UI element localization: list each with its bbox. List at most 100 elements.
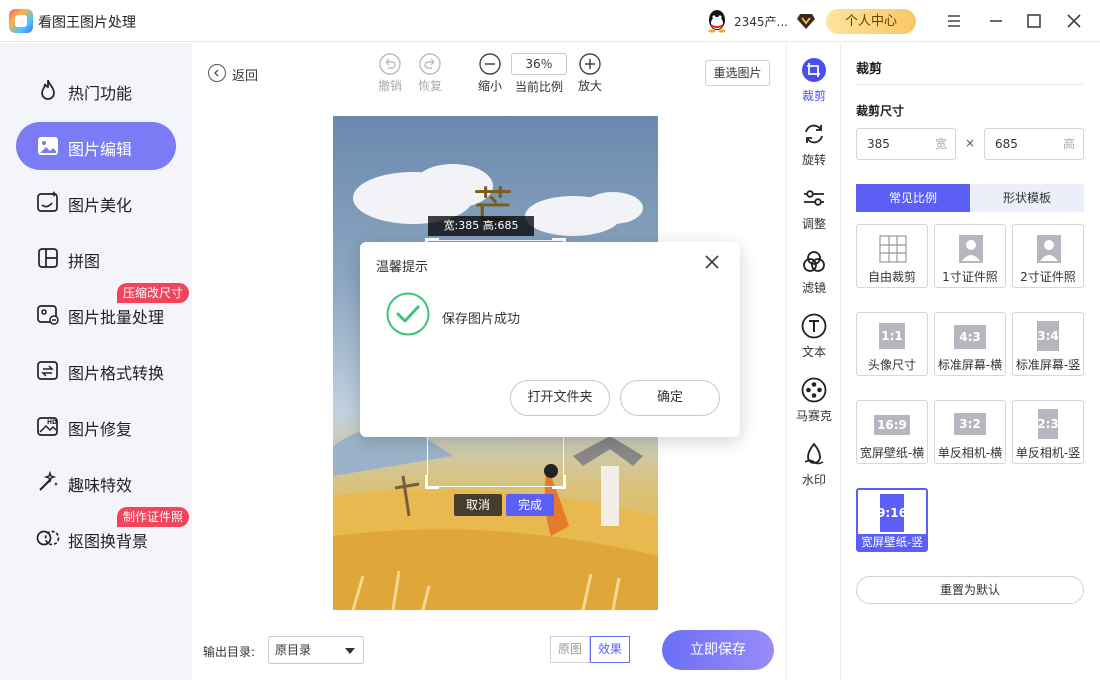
menu-icon[interactable]	[943, 10, 965, 32]
sidebar-item-repair[interactable]: HD 图片修复	[16, 402, 176, 450]
filter-icon	[803, 251, 825, 272]
ratio-free-crop[interactable]: 自由裁剪	[856, 224, 928, 288]
sidebar-item-edit[interactable]: 图片编辑	[16, 122, 176, 170]
sidebar-item-batch[interactable]: 图片批量处理	[16, 290, 176, 338]
crop-icon	[802, 58, 826, 82]
personal-center-button[interactable]: 个人中心	[826, 9, 916, 34]
minimize-icon[interactable]	[985, 10, 1007, 32]
tab-common-ratios[interactable]: 常见比例	[856, 184, 970, 212]
ratio-4-3[interactable]: 4:3 标准屏幕-横	[934, 312, 1006, 376]
output-dir-label: 输出目录:	[203, 645, 256, 659]
sidebar-item-beautify[interactable]: 图片美化	[16, 178, 176, 226]
ratio-label: 单反相机-竖	[1015, 446, 1081, 460]
ratio-label: 单反相机-横	[937, 446, 1003, 460]
tab-shape-templates[interactable]: 形状模板	[970, 184, 1084, 212]
vip-diamond-icon[interactable]	[796, 12, 816, 30]
ratio-label: 2寸证件照	[1020, 270, 1076, 284]
sidebar-item-label: 图片编辑	[68, 140, 133, 159]
ratio-3-2[interactable]: 3:2 单反相机-横	[934, 400, 1006, 464]
collage-icon	[38, 248, 58, 268]
sidebar-item-cutout[interactable]: 抠图换背景	[16, 514, 176, 562]
dialog-close-icon[interactable]	[704, 254, 720, 270]
ratio-9-16[interactable]: 9:16 宽屏壁纸-竖	[856, 488, 928, 552]
open-folder-button[interactable]: 打开文件夹	[510, 380, 610, 416]
reset-default-button[interactable]: 重置为默认	[856, 576, 1084, 604]
crop-height-input[interactable]: 685 高	[984, 128, 1084, 160]
crop-done-button[interactable]: 完成	[506, 494, 554, 516]
ratio-label: 1寸证件照	[942, 270, 998, 284]
adjust-icon	[804, 190, 824, 206]
redo-icon	[419, 53, 441, 75]
sidebar-item-effects[interactable]: 趣味特效	[16, 458, 176, 506]
app-logo-icon	[9, 9, 33, 33]
tool-watermark[interactable]: 水印	[787, 427, 841, 487]
flame-icon	[41, 79, 55, 100]
ratio-thumb: 2:3	[1037, 409, 1059, 439]
tool-rotate[interactable]: 旋转	[787, 107, 841, 167]
zoom-input[interactable]: 36％	[511, 53, 567, 75]
output-dir-select[interactable]: 原目录	[268, 636, 364, 664]
sidebar-item-hot[interactable]: 热门功能	[16, 66, 176, 114]
tool-text[interactable]: 文本	[787, 299, 841, 359]
ratio-1inch-id[interactable]: 1寸证件照	[934, 224, 1006, 288]
tool-crop[interactable]: 裁剪	[787, 43, 841, 103]
redo-button[interactable]: 恢复	[416, 53, 444, 94]
undo-button[interactable]: 撤销	[376, 53, 404, 94]
svg-text:HD: HD	[47, 419, 57, 426]
qq-avatar-icon[interactable]	[706, 9, 728, 33]
success-check-icon	[386, 292, 430, 336]
crop-handle-bottom-right[interactable]	[552, 475, 566, 489]
ok-button[interactable]: 确定	[620, 380, 720, 416]
cutout-icon	[36, 530, 60, 546]
reselect-image-button[interactable]: 重选图片	[705, 60, 770, 86]
close-icon[interactable]	[1063, 10, 1085, 32]
view-effect-toggle[interactable]: 效果	[590, 636, 630, 663]
crop-size-title: 裁剪尺寸	[856, 104, 905, 118]
crop-cancel-button[interactable]: 取消	[454, 494, 502, 516]
ratio-label: 宽屏壁纸-竖	[858, 534, 926, 550]
crop-handle-bottom-left[interactable]	[425, 475, 439, 489]
ratio-16-9[interactable]: 16:9 宽屏壁纸-横	[856, 400, 928, 464]
ratio-label: 自由裁剪	[867, 270, 916, 284]
title-bar: 看图王图片处理 2345产... 个人中心	[0, 0, 1100, 42]
tool-strip: 裁剪 旋转 调整 滤镜 文本 马赛克 水印	[786, 43, 840, 680]
tool-label: 旋转	[801, 153, 826, 167]
crop-width-input[interactable]: 385 宽	[856, 128, 956, 160]
ratio-thumb: 3:4	[1037, 321, 1059, 351]
chevron-left-icon	[214, 69, 219, 77]
ratio-1-1[interactable]: 1:1 头像尺寸	[856, 312, 928, 376]
zoom-out-icon	[479, 53, 501, 75]
undo-label: 撤销	[377, 79, 402, 93]
output-dir-value: 原目录	[275, 643, 312, 657]
back-label: 返回	[232, 69, 259, 84]
save-now-button[interactable]: 立即保存	[662, 630, 774, 670]
ratio-2-3[interactable]: 2:3 单反相机-竖	[1012, 400, 1084, 464]
sidebar-item-collage[interactable]: 拼图	[16, 234, 176, 282]
format-convert-icon	[37, 361, 58, 380]
rotate-icon	[805, 124, 823, 144]
ratio-label: 头像尺寸	[867, 358, 916, 372]
id-photo-icon	[959, 235, 983, 263]
tool-label: 裁剪	[801, 89, 826, 103]
undo-icon	[379, 53, 401, 75]
batch-image-icon	[37, 305, 59, 325]
username[interactable]: 2345产...	[734, 13, 788, 30]
tool-adjust[interactable]: 调整	[787, 171, 841, 231]
tool-label: 马赛克	[795, 409, 832, 423]
tool-mosaic[interactable]: 马赛克	[787, 363, 841, 423]
tool-filter[interactable]: 滤镜	[787, 235, 841, 295]
zoom-in-button[interactable]: 放大	[576, 53, 604, 94]
sidebar-item-format[interactable]: 图片格式转换	[16, 346, 176, 394]
panel-title: 裁剪	[856, 62, 883, 77]
ratio-thumb: 1:1	[879, 323, 905, 349]
sidebar-item-label: 图片批量处理	[68, 308, 165, 327]
height-unit: 高	[1062, 137, 1075, 151]
maximize-icon[interactable]	[1023, 10, 1045, 32]
magic-wand-icon	[39, 470, 58, 491]
view-original-toggle[interactable]: 原图	[550, 636, 590, 663]
crop-size-label: 宽:385 高:685	[428, 216, 534, 236]
ratio-2inch-id[interactable]: 2寸证件照	[1012, 224, 1084, 288]
ratio-3-4[interactable]: 3:4 标准屏幕-竖	[1012, 312, 1084, 376]
zoom-out-button[interactable]: 缩小	[476, 53, 504, 94]
dialog-message: 保存图片成功	[442, 312, 521, 327]
